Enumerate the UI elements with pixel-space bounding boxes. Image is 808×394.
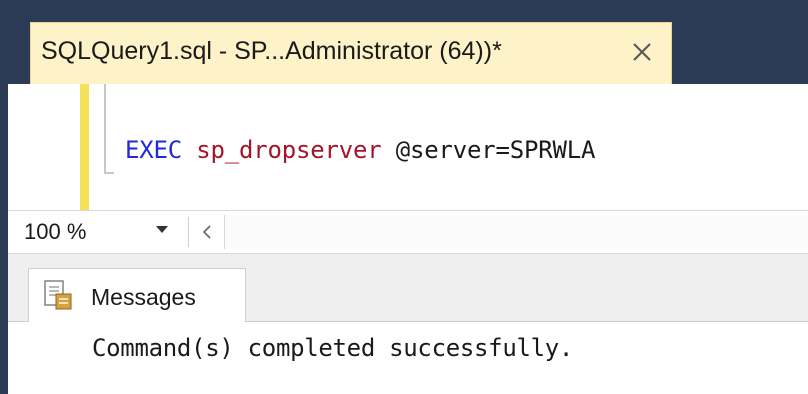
close-icon[interactable] (623, 33, 661, 71)
sql-procedure: sp_dropserver (196, 136, 382, 164)
divider (188, 217, 189, 247)
zoom-selector[interactable]: 100 % (8, 211, 188, 253)
tab-messages[interactable]: Messages (28, 268, 246, 322)
horizontal-scrollbar[interactable] (224, 215, 808, 249)
result-message: Command(s) completed successfully. (92, 334, 574, 362)
zoom-value: 100 % (24, 219, 87, 244)
scroll-left-icon[interactable] (194, 217, 220, 247)
tab-messages-label: Messages (91, 284, 196, 310)
editor-gutter (8, 84, 80, 210)
document-tab-title: SQLQuery1.sql - SP...Administrator (64))… (41, 37, 502, 65)
chevron-down-icon[interactable] (156, 226, 168, 233)
results-tabbar: Messages (8, 254, 808, 322)
query-document-tab[interactable]: SQLQuery1.sql - SP...Administrator (64))… (30, 22, 672, 84)
messages-icon (44, 280, 72, 310)
document-tabstrip: SQLQuery1.sql - SP...Administrator (64))… (8, 0, 808, 84)
outline-guide (104, 84, 106, 174)
results-pane: Messages Command(s) completed successful… (8, 254, 808, 394)
change-tracking-bar (80, 84, 89, 210)
ssms-window: SQLQuery1.sql - SP...Administrator (64))… (0, 0, 808, 394)
outline-guide-tick (104, 172, 114, 174)
sql-keyword: EXEC (125, 136, 182, 164)
query-editor[interactable]: EXEC sp_dropserver @server=SPRWLA (8, 84, 808, 210)
editor-statusbar: 100 % (8, 210, 808, 254)
sql-parameter: @server=SPRWLA (395, 136, 596, 164)
code-line[interactable]: EXEC sp_dropserver @server=SPRWLA (125, 136, 595, 164)
